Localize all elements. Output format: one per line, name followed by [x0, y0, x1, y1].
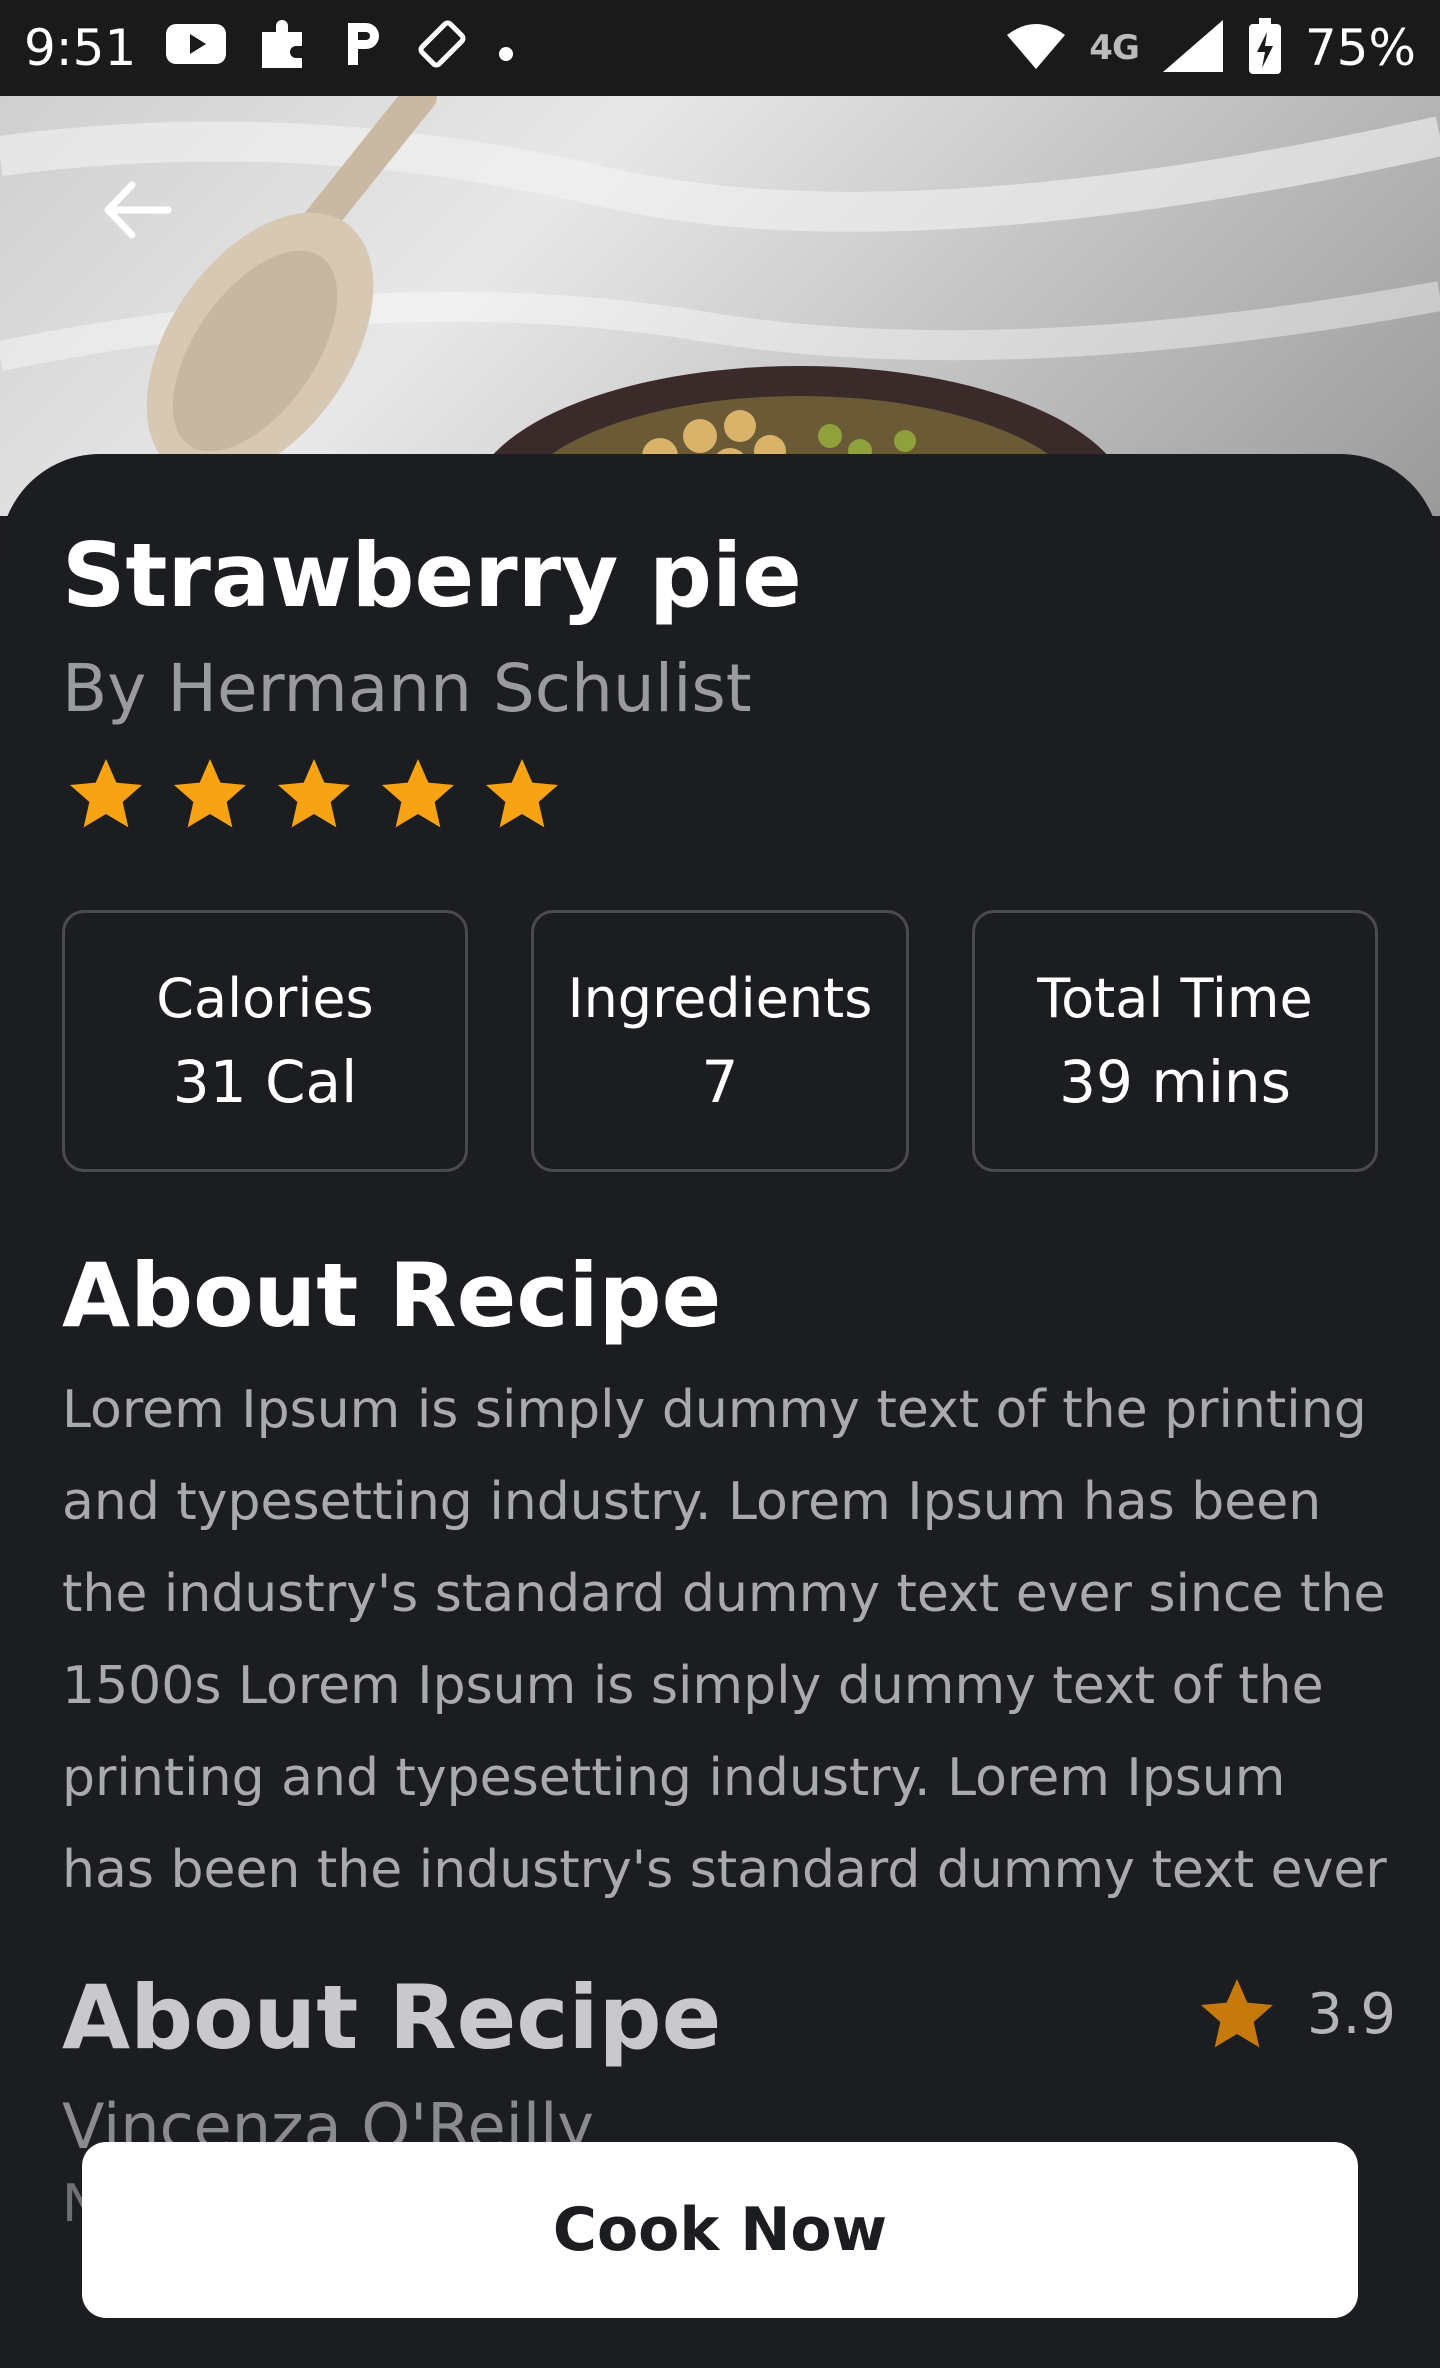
rating-stars: [66, 754, 562, 834]
star-icon: [174, 759, 246, 828]
stat-total-time: Total Time 39 mins: [972, 910, 1378, 1172]
review-rating: 3.9: [1197, 1974, 1396, 2054]
stat-value: 31 Cal: [172, 1047, 358, 1116]
about-text: Lorem Ipsum is simply dummy text of the …: [62, 1380, 1387, 1900]
back-button[interactable]: [92, 170, 182, 250]
hero-image: [0, 96, 1440, 516]
recipe-title: Strawberry pie: [62, 524, 802, 627]
stat-calories: Calories 31 Cal: [62, 910, 468, 1172]
status-time: 9:51: [24, 19, 137, 77]
signal-icon: [1161, 18, 1225, 78]
star-icon: [278, 759, 350, 828]
cook-now-button[interactable]: Cook Now: [82, 2142, 1358, 2318]
youtube-icon: [166, 22, 227, 74]
stat-value: 39 mins: [1059, 1047, 1291, 1116]
star-icon: [70, 759, 142, 828]
stat-value: 7: [701, 1047, 739, 1116]
stats-row: Calories 31 Cal Ingredients 7 Total Time…: [62, 910, 1378, 1172]
recipe-author: By Hermann Schulist: [62, 650, 752, 727]
review-heading: About Recipe: [62, 1966, 722, 2069]
rotate-icon: [416, 18, 468, 78]
rating-value: 3.9: [1306, 1981, 1396, 2047]
star-icon: [486, 759, 558, 828]
status-bar: 9:51 4G 75%: [0, 0, 1440, 96]
dot-icon: [498, 26, 514, 70]
wifi-icon: [1005, 21, 1067, 75]
stat-label: Total Time: [1037, 966, 1313, 1030]
star-icon: [1200, 1979, 1273, 2048]
about-heading: About Recipe: [62, 1244, 722, 1347]
arrow-left-icon: [104, 181, 172, 239]
puzzle-icon: [256, 16, 312, 80]
stat-ingredients: Ingredients 7: [531, 910, 909, 1172]
battery-percent: 75%: [1304, 19, 1416, 77]
battery-icon: [1247, 16, 1283, 80]
parking-icon: [342, 19, 386, 77]
recipe-card: Strawberry pie By Hermann Schulist Calor…: [0, 454, 1440, 2368]
stat-label: Ingredients: [567, 966, 873, 1030]
star-icon: [382, 759, 454, 828]
stat-label: Calories: [156, 966, 374, 1030]
network-type: 4G: [1089, 28, 1140, 68]
